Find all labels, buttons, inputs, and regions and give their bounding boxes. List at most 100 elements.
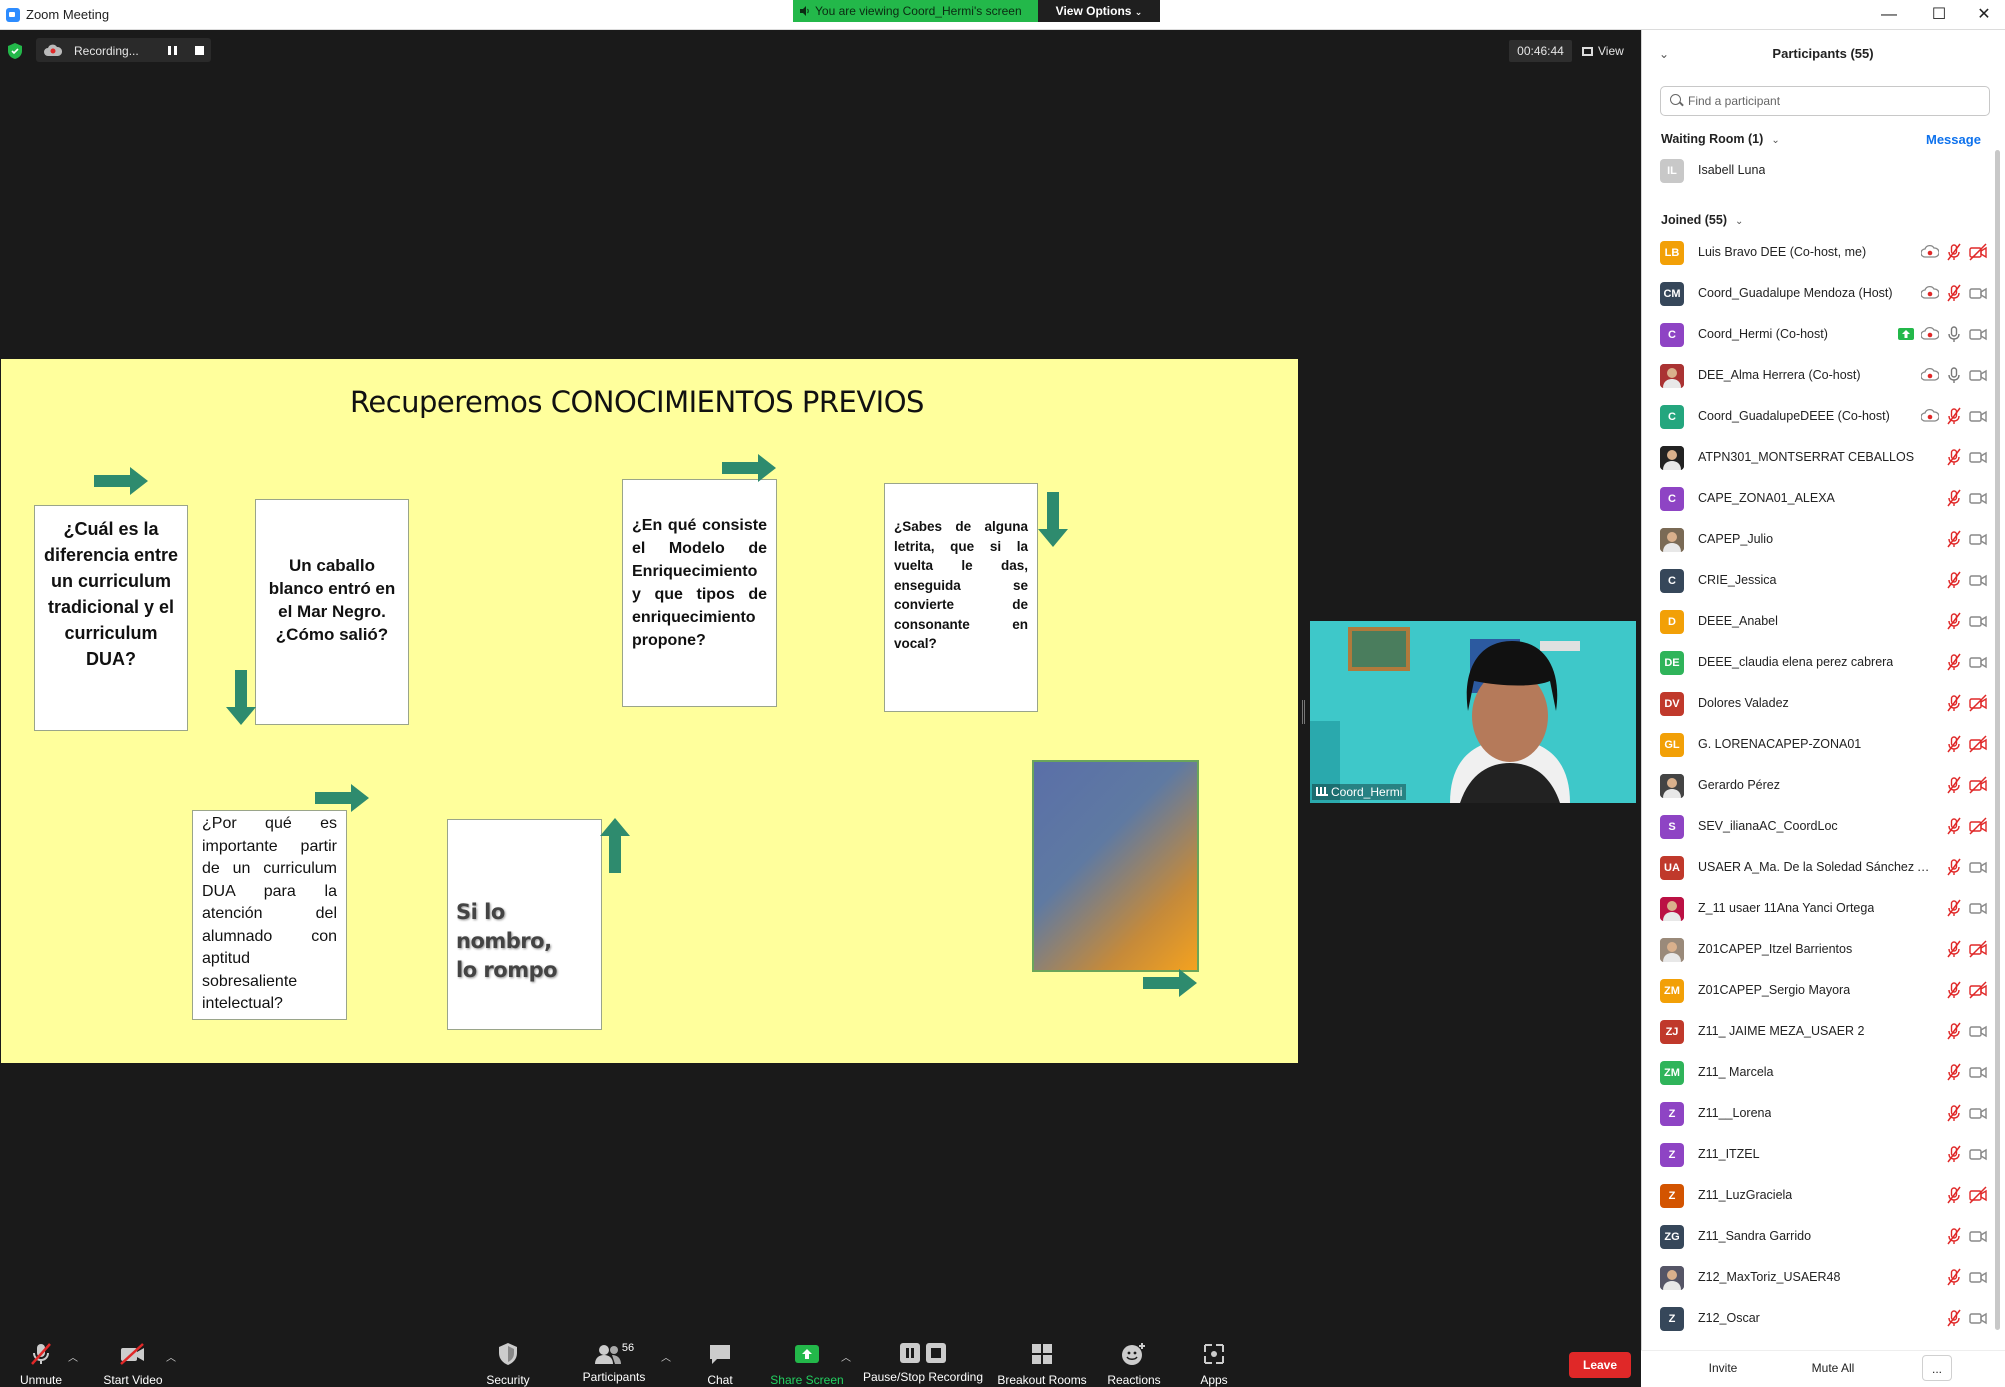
camera-off-icon[interactable] <box>1969 1186 1987 1204</box>
pause-recording-icon[interactable] <box>168 46 177 55</box>
security-button[interactable]: Security <box>478 1342 538 1387</box>
mic-muted-icon[interactable] <box>1945 1145 1963 1163</box>
participant-row[interactable]: DE DEEE_claudia elena perez cabrera <box>1641 642 1993 683</box>
camera-off-icon[interactable] <box>1969 940 1987 958</box>
waiting-room-header[interactable]: Waiting Room (1) ⌄ <box>1661 132 1780 146</box>
maximize-button[interactable]: ☐ <box>1916 0 1962 30</box>
camera-off-icon[interactable] <box>1969 776 1987 794</box>
camera-icon[interactable] <box>1969 407 1987 425</box>
mic-icon[interactable] <box>1945 325 1963 343</box>
mic-muted-icon[interactable] <box>1945 1268 1963 1286</box>
camera-off-icon[interactable] <box>1969 981 1987 999</box>
participant-row[interactable]: DEE_Alma Herrera (Co-host) <box>1641 355 1993 396</box>
mic-muted-icon[interactable] <box>1945 448 1963 466</box>
mic-muted-icon[interactable] <box>1945 243 1963 261</box>
mic-muted-icon[interactable] <box>1945 489 1963 507</box>
mic-muted-icon[interactable] <box>1945 1309 1963 1327</box>
mic-muted-icon[interactable] <box>1945 1063 1963 1081</box>
participant-row[interactable]: Gerardo Pérez <box>1641 765 1993 806</box>
camera-icon[interactable] <box>1969 489 1987 507</box>
camera-icon[interactable] <box>1969 612 1987 630</box>
view-button[interactable]: View <box>1582 40 1632 62</box>
participant-row[interactable]: ZM Z11_ Marcela <box>1641 1052 1993 1093</box>
participant-row[interactable]: DV Dolores Valadez <box>1641 683 1993 724</box>
reactions-button[interactable]: Reactions <box>1104 1342 1164 1387</box>
more-options-button[interactable]: ... <box>1922 1355 1952 1381</box>
camera-icon[interactable] <box>1969 1309 1987 1327</box>
participant-row[interactable]: CM Coord_Guadalupe Mendoza (Host) <box>1641 273 1993 314</box>
participant-row[interactable]: Z Z12_Oscar <box>1641 1298 1993 1339</box>
participant-row[interactable]: LB Luis Bravo DEE (Co-host, me) <box>1641 232 1993 273</box>
mic-muted-icon[interactable] <box>1945 735 1963 753</box>
participant-row[interactable]: Z_11 usaer 11Ana Yanci Ortega <box>1641 888 1993 929</box>
mic-muted-icon[interactable] <box>1945 981 1963 999</box>
minimize-button[interactable]: — <box>1866 0 1912 30</box>
participant-row[interactable]: CAPEP_Julio <box>1641 519 1993 560</box>
camera-icon[interactable] <box>1969 530 1987 548</box>
mic-muted-icon[interactable] <box>1945 776 1963 794</box>
camera-icon[interactable] <box>1969 1227 1987 1245</box>
camera-icon[interactable] <box>1969 1104 1987 1122</box>
camera-icon[interactable] <box>1969 284 1987 302</box>
participant-row[interactable]: ZG Z11_Sandra Garrido <box>1641 1216 1993 1257</box>
leave-button[interactable]: Leave <box>1569 1352 1631 1378</box>
camera-icon[interactable] <box>1969 858 1987 876</box>
mic-icon[interactable] <box>1945 366 1963 384</box>
resize-handle[interactable] <box>1302 700 1305 724</box>
participant-row[interactable]: Z12_MaxToriz_USAER48 <box>1641 1257 1993 1298</box>
mic-muted-icon[interactable] <box>1945 858 1963 876</box>
mic-muted-icon[interactable] <box>1945 817 1963 835</box>
speaker-video-tile[interactable] <box>1310 621 1636 803</box>
participant-row[interactable]: IL Isabell Luna <box>1641 150 1993 191</box>
participant-row[interactable]: C CAPE_ZONA01_ALEXA <box>1641 478 1993 519</box>
mic-muted-icon[interactable] <box>1945 653 1963 671</box>
mic-muted-icon[interactable] <box>1945 407 1963 425</box>
mic-muted-icon[interactable] <box>1945 284 1963 302</box>
mic-muted-icon[interactable] <box>1945 1227 1963 1245</box>
mic-muted-icon[interactable] <box>1945 694 1963 712</box>
joined-header[interactable]: Joined (55) ⌄ <box>1661 213 1743 227</box>
participant-row[interactable]: C Coord_Hermi (Co-host) <box>1641 314 1993 355</box>
video-options-caret[interactable]: ︿ <box>166 1349 176 1364</box>
mic-muted-icon[interactable] <box>1945 1104 1963 1122</box>
invite-button[interactable]: Invite <box>1700 1355 1746 1381</box>
participant-row[interactable]: Z Z11_ITZEL <box>1641 1134 1993 1175</box>
camera-off-icon[interactable] <box>1969 817 1987 835</box>
camera-icon[interactable] <box>1969 1145 1987 1163</box>
panel-scrollbar[interactable] <box>1995 150 2000 1330</box>
mic-muted-icon[interactable] <box>1945 1186 1963 1204</box>
view-options-button[interactable]: View Options ⌄ <box>1038 0 1160 22</box>
camera-off-icon[interactable] <box>1969 694 1987 712</box>
participant-row[interactable]: Z01CAPEP_Itzel Barrientos <box>1641 929 1993 970</box>
mic-muted-icon[interactable] <box>1945 940 1963 958</box>
camera-icon[interactable] <box>1969 571 1987 589</box>
camera-icon[interactable] <box>1969 1063 1987 1081</box>
camera-icon[interactable] <box>1969 1268 1987 1286</box>
participants-options-caret[interactable]: ︿ <box>661 1349 671 1364</box>
unmute-button[interactable]: Unmute <box>14 1342 68 1387</box>
mic-muted-icon[interactable] <box>1945 899 1963 917</box>
participant-row[interactable]: ZM Z01CAPEP_Sergio Mayora <box>1641 970 1993 1011</box>
camera-icon[interactable] <box>1969 448 1987 466</box>
message-waiting-room-button[interactable]: Message <box>1926 132 1981 147</box>
mic-muted-icon[interactable] <box>1945 571 1963 589</box>
breakout-rooms-button[interactable]: Breakout Rooms <box>996 1342 1088 1387</box>
camera-icon[interactable] <box>1969 653 1987 671</box>
mic-muted-icon[interactable] <box>1945 612 1963 630</box>
mute-all-button[interactable]: Mute All <box>1800 1355 1866 1381</box>
participant-row[interactable]: Z Z11__Lorena <box>1641 1093 1993 1134</box>
audio-options-caret[interactable]: ︿ <box>68 1349 78 1364</box>
chat-button[interactable]: Chat <box>698 1342 742 1387</box>
participant-row[interactable]: S SEV_ilianaAC_CoordLoc <box>1641 806 1993 847</box>
camera-icon[interactable] <box>1969 325 1987 343</box>
participant-row[interactable]: UA USAER A_Ma. De la Soledad Sánchez A... <box>1641 847 1993 888</box>
participant-row[interactable]: GL G. LORENACAPEP-ZONA01 <box>1641 724 1993 765</box>
camera-icon[interactable] <box>1969 366 1987 384</box>
camera-icon[interactable] <box>1969 899 1987 917</box>
pause-stop-recording-button[interactable]: Pause/Stop Recording <box>862 1342 984 1384</box>
participants-button[interactable]: 56 Participants <box>578 1342 650 1384</box>
share-screen-button[interactable]: Share Screen <box>769 1342 845 1387</box>
stop-recording-icon[interactable] <box>195 46 204 55</box>
participant-search-input[interactable] <box>1688 88 1978 114</box>
participant-row[interactable]: C CRIE_Jessica <box>1641 560 1993 601</box>
